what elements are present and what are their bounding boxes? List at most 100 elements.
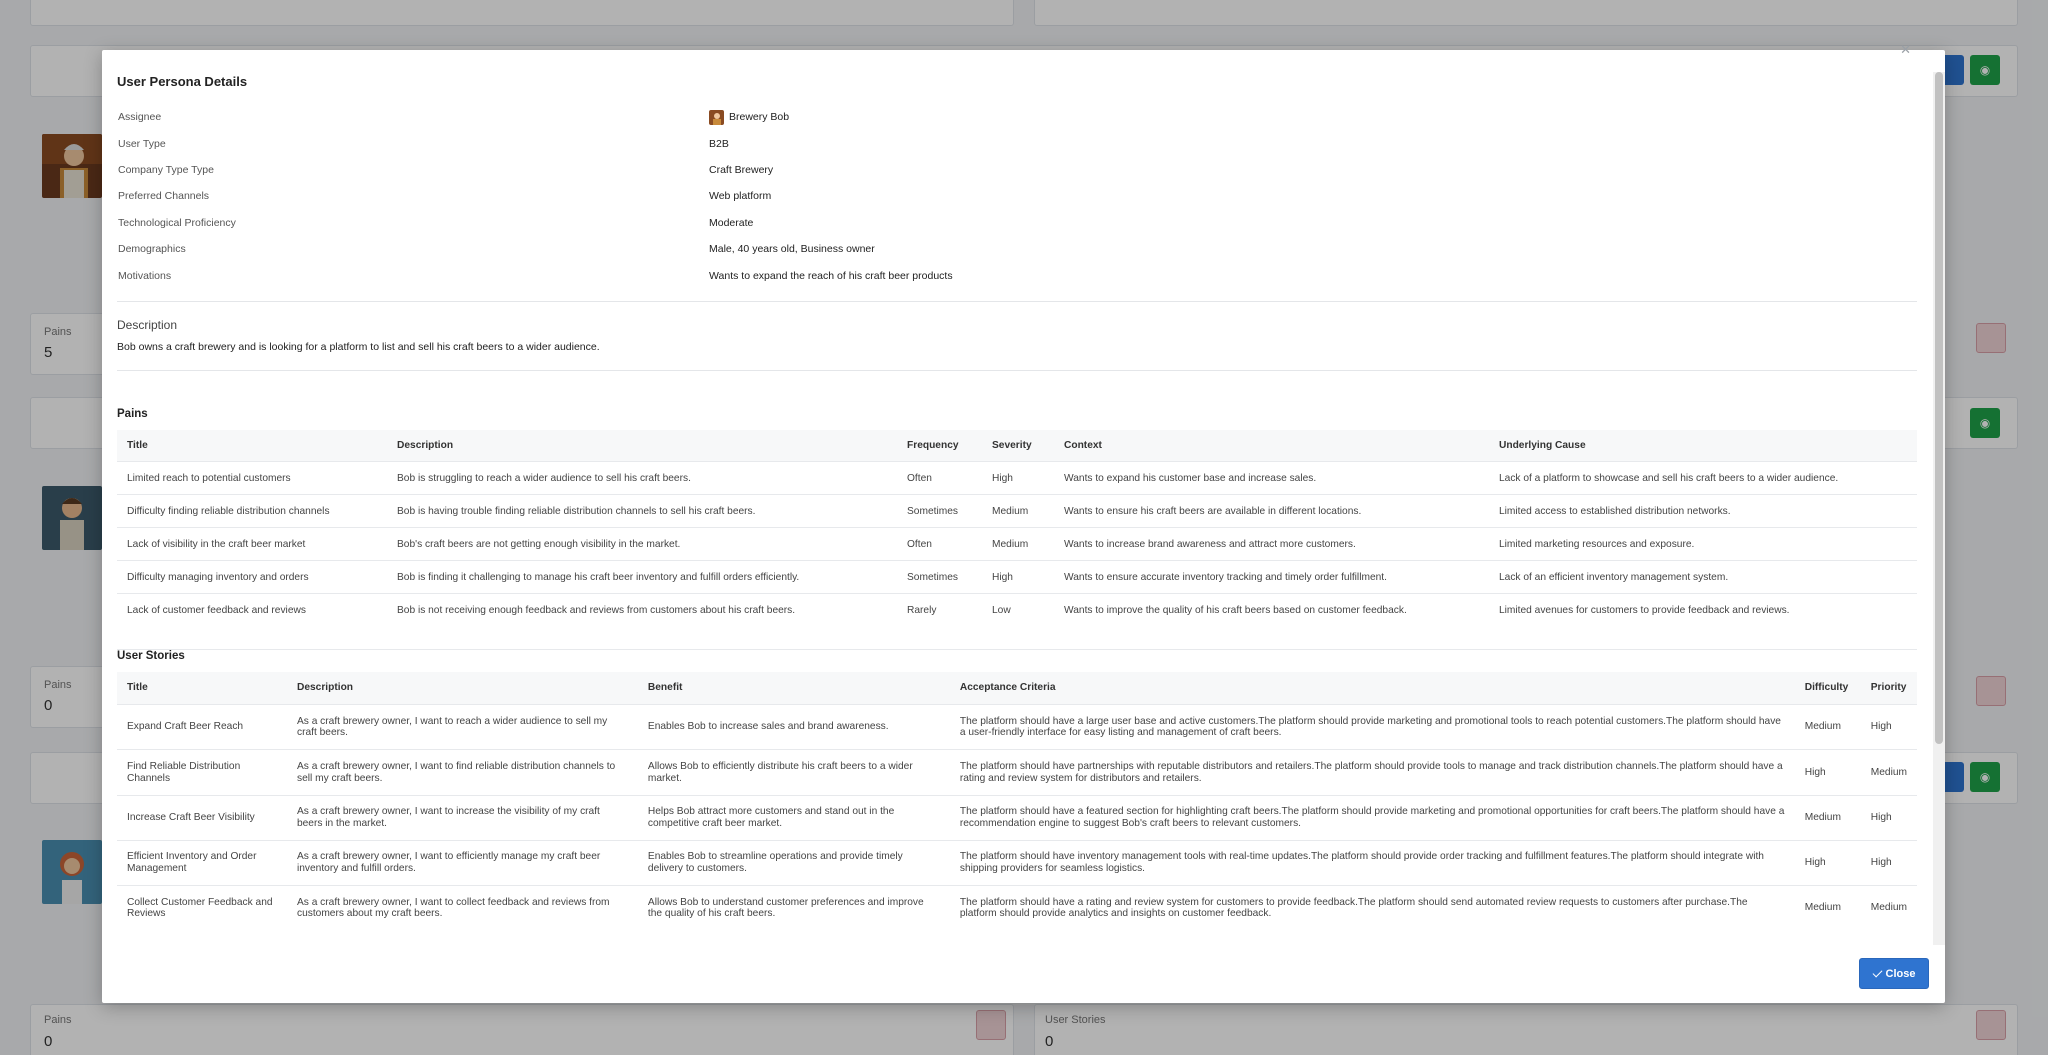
- cell: Medium: [1794, 884, 1861, 931]
- cell: Bob's craft beers are not getting enough…: [387, 527, 897, 561]
- detail-label: Demographics: [118, 243, 186, 256]
- detail-row-assignee: Assignee Brewery Bob: [117, 104, 1917, 130]
- detail-row-tech-proficiency: Technological Proficiency Moderate: [117, 210, 1917, 236]
- table-row[interactable]: Difficulty managing inventory and orders…: [117, 560, 1917, 594]
- cell: Medium: [1860, 884, 1917, 931]
- modal-scrollbar[interactable]: [1933, 72, 1945, 945]
- detail-value: Wants to expand the reach of his craft b…: [709, 269, 953, 282]
- cell: Medium: [982, 494, 1054, 528]
- cell: Sometimes: [897, 494, 982, 528]
- cell: Lack of customer feedback and reviews: [117, 593, 387, 627]
- col-difficulty[interactable]: Difficulty: [1794, 671, 1861, 705]
- cell: Increase Craft Beer Visibility: [117, 794, 287, 841]
- cell: High: [1860, 839, 1917, 886]
- cell: Often: [897, 527, 982, 561]
- cell: Find Reliable Distribution Channels: [117, 749, 287, 796]
- col-acceptance-criteria[interactable]: Acceptance Criteria: [949, 671, 1795, 705]
- table-row[interactable]: Lack of visibility in the craft beer mar…: [117, 527, 1917, 561]
- cell: The platform should have partnerships wi…: [949, 749, 1795, 796]
- detail-value: Brewery Bob: [709, 109, 790, 125]
- cell: Medium: [1860, 749, 1917, 796]
- modal-body[interactable]: User Persona Details Assignee Brewery Bo…: [102, 50, 1933, 945]
- cell: Wants to increase brand awareness and at…: [1054, 527, 1489, 561]
- cell: Bob is finding it challenging to manage …: [387, 560, 897, 594]
- divider: [117, 369, 1917, 371]
- detail-row-preferred-channels: Preferred Channels Web platform: [117, 183, 1917, 209]
- col-context[interactable]: Context: [1054, 429, 1489, 462]
- cell: Collect Customer Feedback and Reviews: [117, 884, 287, 931]
- persona-details-list: Assignee Brewery Bob User Type B2B Compa…: [117, 104, 1917, 289]
- table-row[interactable]: Difficulty finding reliable distribution…: [117, 494, 1917, 528]
- cell: The platform should have a large user ba…: [949, 704, 1795, 750]
- col-title[interactable]: Title: [117, 671, 287, 705]
- cell: Enables Bob to increase sales and brand …: [637, 704, 950, 750]
- cell: Helps Bob attract more customers and sta…: [637, 794, 950, 841]
- cell: Lack of an efficient inventory managemen…: [1489, 560, 1917, 594]
- cell: The platform should have a rating and re…: [949, 884, 1795, 931]
- col-severity[interactable]: Severity: [982, 429, 1054, 462]
- cell: Low: [982, 593, 1054, 627]
- table-row[interactable]: Efficient Inventory and Order Management…: [117, 839, 1917, 886]
- cell: Bob is struggling to reach a wider audie…: [387, 461, 897, 495]
- col-benefit[interactable]: Benefit: [637, 671, 950, 705]
- cell: As a craft brewery owner, I want to incr…: [286, 794, 638, 841]
- cell: The platform should have a featured sect…: [949, 794, 1795, 841]
- detail-label: Preferred Channels: [118, 190, 210, 203]
- cell: Allows Bob to efficiently distribute his…: [637, 749, 950, 796]
- cell: High: [1794, 749, 1861, 796]
- table-row[interactable]: Limited reach to potential customers Bob…: [117, 461, 1917, 495]
- check-icon: [1872, 967, 1882, 977]
- cell: As a craft brewery owner, I want to effi…: [286, 839, 638, 886]
- detail-label: User Type: [118, 137, 166, 150]
- cell: As a craft brewery owner, I want to find…: [286, 749, 638, 796]
- detail-label: Company Type Type: [118, 163, 214, 176]
- cell: Wants to expand his customer base and in…: [1054, 461, 1489, 495]
- detail-row-company-type: Company Type Type Craft Brewery: [117, 157, 1917, 183]
- detail-value: Male, 40 years old, Business owner: [709, 243, 875, 256]
- assignee-name: Brewery Bob: [729, 111, 790, 124]
- table-row[interactable]: Lack of customer feedback and reviews Bo…: [117, 593, 1917, 627]
- cell: The platform should have inventory manag…: [949, 839, 1795, 886]
- col-description[interactable]: Description: [387, 429, 897, 462]
- col-frequency[interactable]: Frequency: [897, 429, 982, 462]
- detail-value: Web platform: [709, 190, 772, 203]
- detail-label: Motivations: [118, 269, 172, 282]
- cell: Sometimes: [897, 560, 982, 594]
- close-button[interactable]: Close: [1859, 958, 1929, 989]
- pains-header-row: Title Description Frequency Severity Con…: [117, 429, 1917, 462]
- table-row[interactable]: Expand Craft Beer Reach As a craft brewe…: [117, 704, 1917, 750]
- cell: Difficulty managing inventory and orders: [117, 560, 387, 594]
- detail-label: Technological Proficiency: [118, 216, 236, 229]
- col-title[interactable]: Title: [117, 429, 387, 462]
- cell: Wants to ensure his craft beers are avai…: [1054, 494, 1489, 528]
- cell: Allows Bob to understand customer prefer…: [637, 884, 950, 931]
- cell: Medium: [1794, 794, 1861, 841]
- detail-value: B2B: [709, 137, 729, 150]
- scrollbar-thumb[interactable]: [1935, 72, 1943, 744]
- table-row[interactable]: Find Reliable Distribution Channels As a…: [117, 749, 1917, 796]
- col-underlying-cause[interactable]: Underlying Cause: [1489, 429, 1917, 462]
- cell: Lack of visibility in the craft beer mar…: [117, 527, 387, 561]
- user-stories-heading: User Stories: [117, 648, 1917, 662]
- description-heading: Description: [117, 317, 178, 332]
- assignee-avatar: [709, 109, 724, 125]
- cell: Lack of a platform to showcase and sell …: [1489, 461, 1917, 495]
- cell: High: [1794, 839, 1861, 886]
- modal-title: User Persona Details: [117, 74, 248, 89]
- persona-details-modal: ✕ User Persona Details Assignee Brewery …: [102, 42, 1945, 1003]
- stories-header-row: Title Description Benefit Acceptance Cri…: [117, 671, 1917, 705]
- user-stories-table: Title Description Benefit Acceptance Cri…: [117, 671, 1917, 931]
- col-description[interactable]: Description: [286, 671, 638, 705]
- cell: Wants to improve the quality of his craf…: [1054, 593, 1489, 627]
- detail-value: Moderate: [709, 216, 754, 229]
- cell: Difficulty finding reliable distribution…: [117, 494, 387, 528]
- cell: Bob is not receiving enough feedback and…: [387, 593, 897, 627]
- cell: High: [982, 560, 1054, 594]
- description-text: Bob owns a craft brewery and is looking …: [117, 340, 600, 353]
- cell: Enables Bob to streamline operations and…: [637, 839, 950, 886]
- table-row[interactable]: Collect Customer Feedback and Reviews As…: [117, 884, 1917, 931]
- table-row[interactable]: Increase Craft Beer Visibility As a craf…: [117, 794, 1917, 841]
- cell: Wants to ensure accurate inventory track…: [1054, 560, 1489, 594]
- cell: High: [982, 461, 1054, 495]
- col-priority[interactable]: Priority: [1860, 671, 1917, 705]
